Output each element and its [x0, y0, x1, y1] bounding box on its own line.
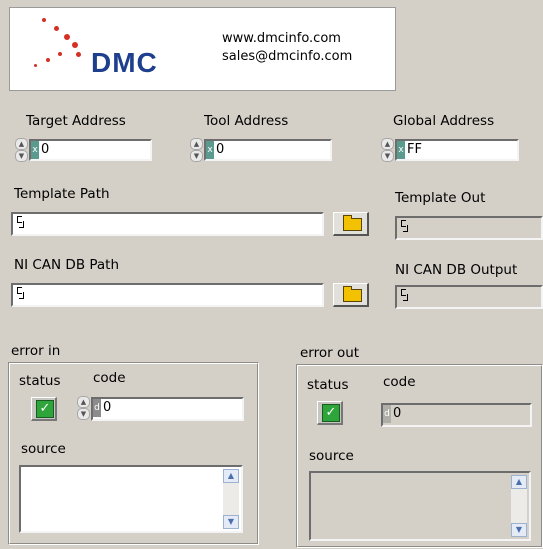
logo-website: www.dmcinfo.com — [222, 31, 341, 46]
error-in-title: error in — [11, 343, 61, 359]
spin-down-icon[interactable]: ▼ — [381, 150, 394, 162]
can-db-path-label: NI CAN DB Path — [14, 257, 120, 273]
error-in-code-label: code — [93, 370, 126, 386]
global-address-value: FF — [407, 142, 422, 157]
folder-icon — [343, 215, 362, 231]
logo-brand: DMC — [91, 47, 158, 78]
spin-up-icon[interactable]: ▲ — [77, 396, 90, 408]
target-address-spinner[interactable]: ▲ ▼ — [15, 138, 28, 162]
logo-dot — [76, 52, 81, 57]
path-icon — [16, 286, 24, 299]
template-path-field[interactable] — [11, 212, 324, 236]
error-out-code-indicator: d0 — [381, 403, 532, 427]
error-out-source-label: source — [309, 448, 354, 464]
path-icon — [16, 215, 24, 228]
path-icon — [400, 288, 408, 301]
spin-up-icon[interactable]: ▲ — [15, 138, 28, 150]
spin-up-icon[interactable]: ▲ — [190, 138, 203, 150]
logo-dot — [42, 18, 46, 22]
can-db-output-label: NI CAN DB Output — [395, 262, 518, 278]
error-in-source-label: source — [21, 441, 66, 457]
template-out-label: Template Out — [395, 190, 486, 206]
spin-up-icon[interactable]: ▲ — [381, 138, 394, 150]
can-db-path-field[interactable] — [11, 283, 324, 307]
radix-indicator: x — [397, 141, 405, 159]
spin-down-icon[interactable]: ▼ — [190, 150, 203, 162]
global-address-spinner[interactable]: ▲ ▼ — [381, 138, 394, 162]
logo-email: sales@dmcinfo.com — [222, 49, 353, 64]
logo-dot — [46, 58, 50, 62]
logo-dot — [34, 64, 37, 67]
check-icon: ✓ — [322, 404, 340, 422]
folder-icon — [343, 286, 362, 302]
logo-dot — [58, 52, 62, 56]
arrow-up-icon[interactable]: ▲ — [223, 469, 239, 483]
arrow-up-icon[interactable]: ▲ — [511, 475, 527, 489]
error-in-code-spinner[interactable]: ▲ ▼ — [77, 396, 90, 420]
check-icon: ✓ — [36, 400, 54, 418]
error-in-code-field[interactable]: d0 — [91, 397, 244, 421]
path-icon — [400, 219, 408, 232]
logo-dot — [72, 42, 78, 48]
template-out-indicator — [395, 216, 543, 240]
can-db-output-indicator — [395, 285, 543, 309]
error-out-source-scrollbar[interactable]: ▲ ▼ — [511, 475, 527, 537]
target-address-value: 0 — [41, 142, 50, 157]
target-address-label: Target Address — [26, 113, 126, 129]
logo-dot — [64, 34, 70, 40]
radix-indicator: d — [383, 405, 391, 423]
error-out-title: error out — [300, 345, 360, 361]
error-in-status-label: status — [19, 373, 61, 389]
tool-address-label: Tool Address — [204, 113, 289, 129]
error-in-source-textbox[interactable]: ▲ ▼ — [19, 465, 243, 533]
arrow-down-icon[interactable]: ▼ — [511, 523, 527, 537]
error-out-status-label: status — [307, 377, 349, 393]
can-db-path-browse-button[interactable] — [333, 283, 369, 307]
global-address-label: Global Address — [393, 113, 495, 129]
error-in-source-scrollbar[interactable]: ▲ ▼ — [223, 469, 239, 529]
spin-down-icon[interactable]: ▼ — [77, 408, 90, 420]
spin-down-icon[interactable]: ▼ — [15, 150, 28, 162]
target-address-field[interactable]: x0 — [29, 139, 152, 161]
radix-indicator: x — [31, 141, 39, 159]
logo-dot — [54, 26, 59, 31]
tool-address-value: 0 — [216, 142, 225, 157]
error-out-source-textbox: ▲ ▼ — [309, 471, 531, 541]
tool-address-field[interactable]: x0 — [204, 139, 332, 161]
radix-indicator: d — [93, 399, 101, 417]
tool-address-spinner[interactable]: ▲ ▼ — [190, 138, 203, 162]
error-out-code-label: code — [383, 374, 416, 390]
error-out-status-indicator: ✓ — [317, 401, 343, 425]
error-in-code-value: 0 — [103, 400, 112, 415]
template-path-label: Template Path — [14, 186, 110, 202]
template-path-browse-button[interactable] — [333, 212, 369, 236]
radix-indicator: x — [206, 141, 214, 159]
logo-contact: www.dmcinfo.com sales@dmcinfo.com — [222, 30, 352, 66]
global-address-field[interactable]: x FF — [395, 139, 519, 161]
error-in-status-toggle[interactable]: ✓ — [31, 397, 57, 421]
error-out-code-value: 0 — [393, 406, 402, 421]
arrow-down-icon[interactable]: ▼ — [223, 515, 239, 529]
